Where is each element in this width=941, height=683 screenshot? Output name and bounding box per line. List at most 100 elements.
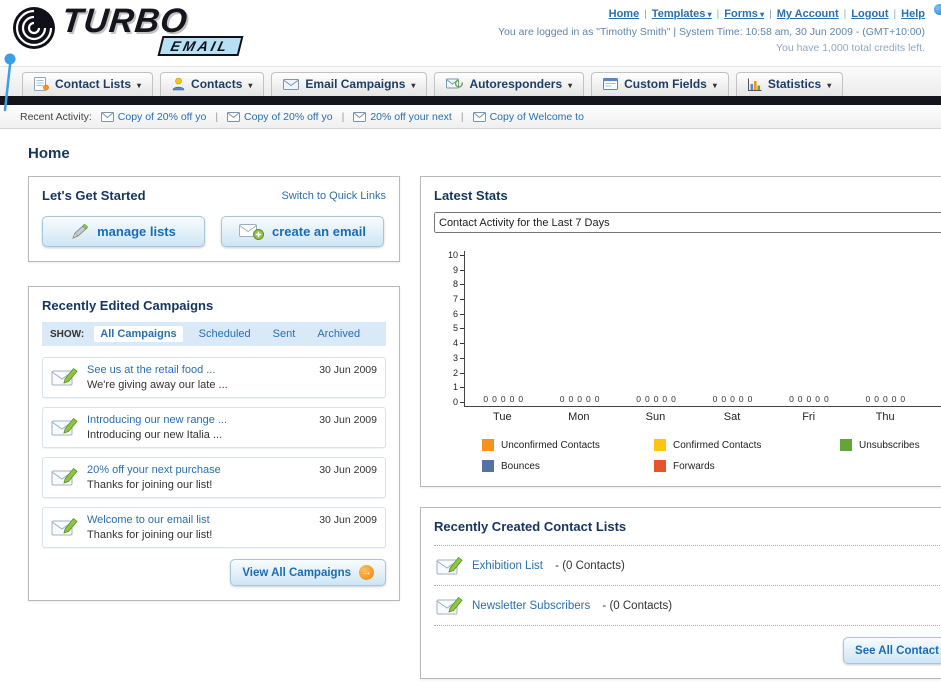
get-started-buttons: manage lists create an email (42, 216, 386, 247)
nav-tab-label: Statistics (767, 77, 822, 91)
nav-tab-email-campaigns[interactable]: Email Campaigns (271, 72, 428, 96)
chevron-down-icon (827, 77, 831, 91)
nav-tab-contacts[interactable]: Contacts (160, 72, 265, 96)
login-info: You are logged in as "Timothy Smith" | S… (498, 26, 925, 39)
recent-activity-items: Copy of 20% off yo | Copy of 20% off yo | 20… (100, 110, 584, 123)
chart-x-axis: Tue Mon Sun Sat Fri Thu Wed (464, 411, 941, 423)
bar-value-label: 0 (730, 394, 735, 404)
campaign-list-item[interactable]: Welcome to our email list Thanks for join… (42, 507, 386, 548)
separator: | (893, 9, 897, 20)
recent-activity-bar: Recent Activity: Copy of 20% off yo | Copy… (0, 105, 941, 129)
legend-swatch (840, 439, 852, 451)
recent-activity-link[interactable]: 20% off your next (353, 111, 452, 123)
separator: | (716, 9, 720, 20)
top-link-help[interactable]: Help (901, 8, 925, 20)
filter-tab-all-campaigns[interactable]: All Campaigns (94, 326, 183, 342)
create-email-button[interactable]: create an email (221, 216, 384, 247)
contact-list-link[interactable]: Newsletter Subscribers (472, 600, 590, 612)
chart-y-axis: 10 9 8 7 6 5 4 3 2 1 0 (438, 251, 464, 407)
filter-tab-archived[interactable]: Archived (311, 326, 366, 342)
blue-pin-icon (2, 52, 18, 117)
envelope-pencil-icon (436, 595, 463, 616)
envelope-pencil-icon (51, 516, 78, 541)
top-link-templates[interactable]: Templates (652, 8, 712, 20)
filter-tab-sent[interactable]: Sent (267, 326, 302, 342)
manage-lists-button[interactable]: manage lists (42, 216, 205, 247)
stats-range-select[interactable]: Contact Activity for the Last 7 Days (434, 212, 941, 233)
campaign-list-item[interactable]: Introducing our new range ... Introducing… (42, 407, 386, 448)
campaign-date: 30 Jun 2009 (319, 464, 377, 476)
filter-tab-scheduled[interactable]: Scheduled (193, 326, 257, 342)
bar-value-label: 0 (815, 394, 820, 404)
x-axis-label: Fri (802, 411, 816, 423)
campaign-title-link[interactable]: Welcome to our email list (87, 514, 310, 526)
envelope-pencil-icon (51, 416, 78, 441)
x-axis-label: Sun (645, 411, 666, 423)
right-column: Latest Stats Contact Activity for the La… (420, 176, 941, 679)
turbo-email-logo[interactable]: TURBO EMAIL (10, 2, 244, 56)
campaign-text: Welcome to our email list Thanks for join… (87, 514, 310, 541)
see-all-contact-lists-button[interactable]: See All Contact Lists (843, 637, 941, 664)
bar-value-label: 0 (874, 394, 879, 404)
top-nav-links: Home | Templates | Forms | My Account | Logout | H… (498, 6, 925, 23)
legend-swatch (482, 439, 494, 451)
corner-dot-icon (934, 4, 941, 15)
nav-tab-custom-fields[interactable]: Custom Fields (591, 72, 729, 96)
campaign-title-link[interactable]: 20% off your next purchase (87, 464, 310, 476)
campaign-title-link[interactable]: Introducing our new range ... (87, 414, 310, 426)
top-link-logout[interactable]: Logout (851, 8, 888, 20)
nav-tab-statistics[interactable]: Statistics (735, 72, 844, 96)
nav-tab-label: Autoresponders (469, 77, 563, 91)
view-all-campaigns-button[interactable]: View All Campaigns (230, 559, 386, 586)
nav-tab-autoresponders[interactable]: Autoresponders (434, 72, 585, 96)
legend-label: Unconfirmed Contacts (501, 439, 600, 451)
contact-list-link[interactable]: Exhibition List (472, 560, 543, 572)
recent-activity-link[interactable]: Copy of 20% off yo (100, 111, 206, 123)
envelope-icon (472, 111, 486, 122)
create-email-label: create an email (272, 224, 366, 239)
chevron-down-icon (411, 77, 415, 91)
x-axis-label: Wed (923, 411, 941, 423)
chart-plot: 00000000000000000000000000000000000 (464, 251, 941, 407)
bar-value-label: 0 (721, 394, 727, 404)
bar-value-label: 0 (824, 394, 829, 404)
bar-value-label: 0 (712, 394, 718, 404)
y-axis-label: 0 (453, 397, 464, 407)
main-content: Home Let's Get Started Switch to Quick L… (0, 129, 941, 679)
nav-tab-contact-lists[interactable]: Contact Lists (22, 72, 154, 96)
campaign-title-link[interactable]: See us at the retail food ... (87, 364, 310, 376)
top-link-my-account[interactable]: My Account (777, 8, 839, 20)
contact-list-item[interactable]: Exhibition List - (0 Contacts) (434, 545, 941, 585)
separator: | (460, 110, 464, 123)
contact-list-count: - (0 Contacts) (551, 559, 625, 572)
campaign-list-item[interactable]: See us at the retail food ... We're givin… (42, 357, 386, 398)
bar-value-label: 0 (559, 394, 565, 404)
campaign-filter-tabs: All Campaigns Scheduled Sent Archived (94, 326, 366, 342)
legend-label: Bounces (501, 460, 540, 472)
contact-list-item[interactable]: Newsletter Subscribers - (0 Contacts) (434, 585, 941, 626)
autoresponders-icon (446, 78, 464, 90)
campaign-text: 20% off your next purchase Thanks for joi… (87, 464, 310, 491)
separator: | (341, 110, 345, 123)
campaign-subtitle: Introducing our new Italia ... (87, 429, 223, 441)
y-axis-label: 4 (453, 339, 464, 348)
top-link-forms[interactable]: Forms (724, 8, 764, 20)
campaign-text: See us at the retail food ... We're givin… (87, 364, 310, 391)
recent-activity-link[interactable]: Copy of Welcome to (472, 111, 584, 123)
legend-label: Forwards (673, 460, 715, 472)
pencil-icon (71, 223, 89, 240)
chart-bars: 00000000000000000000000000000000000 (465, 394, 941, 404)
columns: Let's Get Started Switch to Quick Links … (28, 176, 941, 679)
bar-value-label: 0 (662, 394, 668, 404)
view-all-campaigns-label: View All Campaigns (242, 566, 351, 579)
recent-campaigns-panel: Recently Edited Campaigns SHOW: All Camp… (28, 286, 400, 601)
bar-value-label: 0 (518, 394, 524, 404)
bar-value-label: 0 (900, 394, 906, 404)
contact-list-count: - (0 Contacts) (599, 599, 673, 612)
switch-quick-links-link[interactable]: Switch to Quick Links (281, 190, 386, 202)
recent-activity-link[interactable]: Copy of 20% off yo (227, 111, 333, 123)
nav-tab-label: Email Campaigns (305, 77, 406, 91)
y-axis-label: 1 (453, 383, 464, 392)
campaign-list-item[interactable]: 20% off your next purchase Thanks for joi… (42, 457, 386, 498)
top-link-home[interactable]: Home (609, 8, 640, 20)
